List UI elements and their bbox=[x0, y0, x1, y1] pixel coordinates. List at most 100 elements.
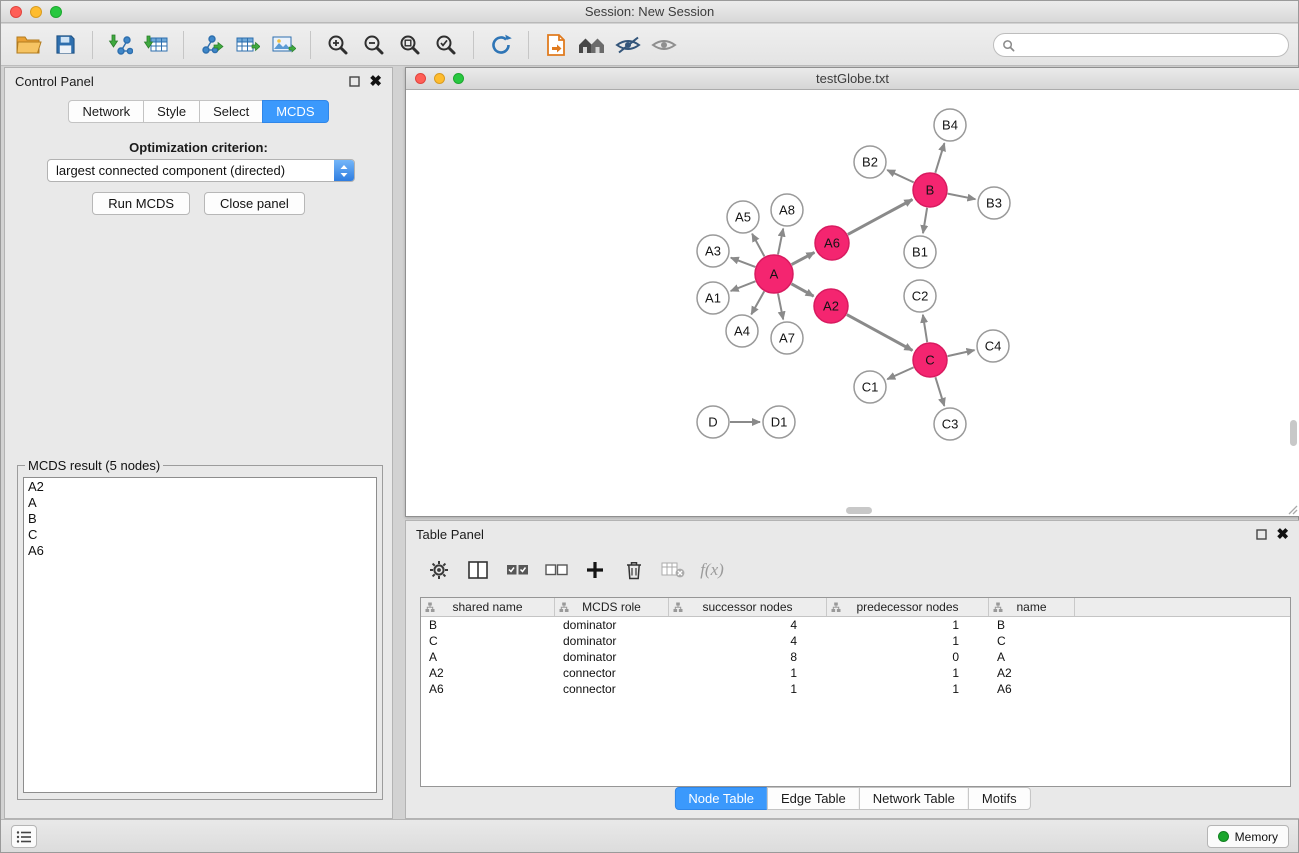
table-cell[interactable]: 1 bbox=[827, 633, 989, 649]
deselect-all-button[interactable] bbox=[541, 555, 571, 585]
graph-edge-A-A2[interactable] bbox=[791, 284, 813, 296]
table-cell[interactable]: A6 bbox=[421, 681, 555, 697]
graph-node-A3[interactable]: A3 bbox=[697, 235, 729, 267]
tab-motifs[interactable]: Motifs bbox=[968, 787, 1031, 810]
select-all-button[interactable] bbox=[502, 555, 532, 585]
tab-network[interactable]: Network bbox=[68, 100, 144, 123]
table-row[interactable]: A2connector11A2 bbox=[421, 665, 1290, 681]
table-row[interactable]: Bdominator41B bbox=[421, 617, 1290, 633]
export-image-button[interactable] bbox=[265, 28, 301, 62]
graph-edge-A6-B[interactable] bbox=[848, 200, 913, 235]
mcds-result-list[interactable]: A2ABCA6 bbox=[23, 477, 377, 793]
close-control-panel-button[interactable]: ✖ bbox=[369, 74, 382, 89]
tab-select[interactable]: Select bbox=[199, 100, 263, 123]
table-cell[interactable]: B bbox=[421, 617, 555, 633]
annotation-eye-button[interactable] bbox=[610, 28, 646, 62]
graph-node-B2[interactable]: B2 bbox=[854, 146, 886, 178]
table-settings-button[interactable] bbox=[424, 555, 454, 585]
table-cell[interactable]: 1 bbox=[827, 665, 989, 681]
table-cell[interactable]: dominator bbox=[555, 617, 669, 633]
graph-edge-B-B2[interactable] bbox=[887, 170, 914, 182]
delete-table-button[interactable] bbox=[658, 555, 688, 585]
table-cell[interactable]: 1 bbox=[827, 617, 989, 633]
table-cell[interactable]: 4 bbox=[669, 633, 827, 649]
graph-edge-C-C2[interactable] bbox=[923, 315, 927, 342]
close-table-panel-button[interactable]: ✖ bbox=[1276, 527, 1289, 542]
graph-edge-A2-C[interactable] bbox=[847, 315, 913, 351]
table-cell[interactable]: 8 bbox=[669, 649, 827, 665]
graph-node-A8[interactable]: A8 bbox=[771, 194, 803, 226]
graph-edge-A-A4[interactable] bbox=[751, 291, 764, 314]
import-table-button[interactable] bbox=[138, 28, 174, 62]
function-builder-button[interactable]: f(x) bbox=[697, 555, 727, 585]
select-columns-button[interactable] bbox=[463, 555, 493, 585]
mcds-result-item[interactable]: A2 bbox=[28, 479, 372, 495]
graph-node-B4[interactable]: B4 bbox=[934, 109, 966, 141]
graph-edge-A-A7[interactable] bbox=[778, 294, 783, 320]
task-history-button[interactable] bbox=[11, 825, 37, 848]
tab-edge-table[interactable]: Edge Table bbox=[767, 787, 860, 810]
graph-node-D[interactable]: D bbox=[697, 406, 729, 438]
table-cell[interactable]: connector bbox=[555, 665, 669, 681]
graph-node-A6[interactable]: A6 bbox=[815, 226, 849, 260]
graph-edge-A-A1[interactable] bbox=[731, 281, 756, 291]
table-cell[interactable]: A6 bbox=[989, 681, 1075, 697]
table-cell[interactable]: A2 bbox=[989, 665, 1075, 681]
graph-edge-B-B3[interactable] bbox=[948, 194, 976, 200]
table-cell[interactable]: 4 bbox=[669, 617, 827, 633]
table-cell[interactable]: 1 bbox=[669, 681, 827, 697]
tab-node-table[interactable]: Node Table bbox=[674, 787, 768, 810]
tab-style[interactable]: Style bbox=[143, 100, 200, 123]
memory-button[interactable]: Memory bbox=[1207, 825, 1289, 848]
graph-node-B1[interactable]: B1 bbox=[904, 236, 936, 268]
graph-node-C3[interactable]: C3 bbox=[934, 408, 966, 440]
curation-document-button[interactable] bbox=[538, 28, 574, 62]
graph-edge-A-A6[interactable] bbox=[792, 252, 815, 264]
graph-edge-C-C1[interactable] bbox=[887, 367, 913, 379]
graph-edge-B-B1[interactable] bbox=[923, 208, 927, 233]
zoom-fit-button[interactable] bbox=[392, 28, 428, 62]
export-table-button[interactable] bbox=[229, 28, 265, 62]
table-cell[interactable]: A2 bbox=[421, 665, 555, 681]
table-cell[interactable]: 1 bbox=[669, 665, 827, 681]
graph-node-A4[interactable]: A4 bbox=[726, 315, 758, 347]
mcds-result-item[interactable]: C bbox=[28, 527, 372, 543]
run-mcds-button[interactable]: Run MCDS bbox=[92, 192, 190, 215]
graph-edge-A-A5[interactable] bbox=[752, 234, 764, 257]
mcds-result-item[interactable]: A bbox=[28, 495, 372, 511]
graph-node-B3[interactable]: B3 bbox=[978, 187, 1010, 219]
table-cell[interactable]: 0 bbox=[827, 649, 989, 665]
apply-layout-button[interactable] bbox=[483, 28, 519, 62]
graph-node-A2[interactable]: A2 bbox=[814, 289, 848, 323]
save-session-button[interactable] bbox=[47, 28, 83, 62]
show-hide-button[interactable] bbox=[646, 28, 682, 62]
optimization-criterion-dropdown[interactable]: largest connected component (directed) bbox=[47, 159, 355, 182]
column-header-name[interactable]: name bbox=[989, 598, 1075, 616]
table-cell[interactable]: A bbox=[989, 649, 1075, 665]
resize-grip-icon[interactable] bbox=[1286, 503, 1298, 515]
graph-node-C1[interactable]: C1 bbox=[854, 371, 886, 403]
graph-node-B[interactable]: B bbox=[913, 173, 947, 207]
graph-edge-C-C4[interactable] bbox=[948, 350, 975, 356]
graph-node-C2[interactable]: C2 bbox=[904, 280, 936, 312]
open-session-button[interactable] bbox=[11, 28, 47, 62]
add-column-button[interactable] bbox=[580, 555, 610, 585]
delete-column-button[interactable] bbox=[619, 555, 649, 585]
column-header-MCDS-role[interactable]: MCDS role bbox=[555, 598, 669, 616]
zoom-selected-button[interactable] bbox=[428, 28, 464, 62]
float-panel-button[interactable] bbox=[349, 76, 360, 87]
graph-node-D1[interactable]: D1 bbox=[763, 406, 795, 438]
table-cell[interactable]: dominator bbox=[555, 633, 669, 649]
close-panel-button[interactable]: Close panel bbox=[204, 192, 305, 215]
import-network-button[interactable] bbox=[102, 28, 138, 62]
zoom-out-button[interactable] bbox=[356, 28, 392, 62]
table-row[interactable]: Cdominator41C bbox=[421, 633, 1290, 649]
graph-edge-C-C3[interactable] bbox=[935, 377, 944, 406]
table-cell[interactable]: B bbox=[989, 617, 1075, 633]
graph-node-A7[interactable]: A7 bbox=[771, 322, 803, 354]
table-cell[interactable]: C bbox=[989, 633, 1075, 649]
network-home-button[interactable] bbox=[574, 28, 610, 62]
horizontal-scrollbar-thumb[interactable] bbox=[846, 507, 872, 514]
table-cell[interactable]: connector bbox=[555, 681, 669, 697]
table-cell[interactable]: A bbox=[421, 649, 555, 665]
